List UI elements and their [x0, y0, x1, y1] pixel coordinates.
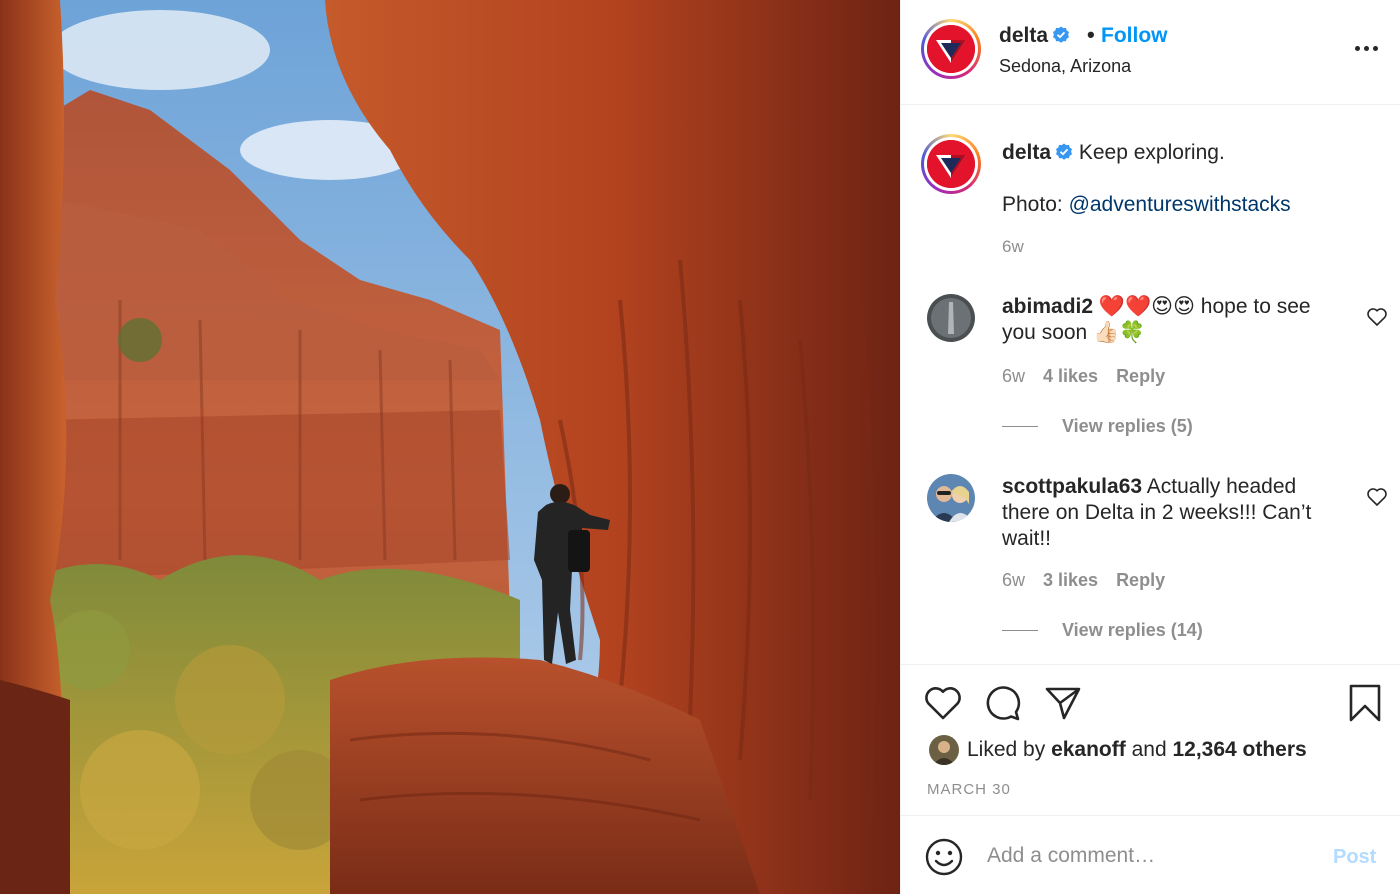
delta-logo-icon: [927, 140, 975, 188]
like-comment-heart-icon[interactable]: [1367, 488, 1387, 506]
separator-dot: •: [1087, 22, 1095, 47]
instagram-post: delta • Follow Sedona, Arizona delta Kee…: [0, 0, 1400, 894]
liked-user[interactable]: ekanoff: [1051, 738, 1126, 761]
avatar-image-icon: [929, 735, 959, 766]
comments-section[interactable]: delta Keep exploring. Photo: @adventures…: [901, 106, 1400, 664]
caption-text: delta Keep exploring. Photo: @adventures…: [1002, 140, 1362, 218]
like-comment-heart-icon[interactable]: [1367, 308, 1387, 326]
caption-username[interactable]: delta: [1002, 141, 1051, 164]
comment-meta: 6w 3 likes Reply: [1002, 570, 1183, 591]
avatar-image-icon: [927, 294, 975, 342]
caption-time[interactable]: 6w: [1002, 237, 1024, 257]
post-comment-button[interactable]: Post: [1333, 846, 1376, 869]
post-photo[interactable]: [0, 0, 900, 894]
delta-logo-icon: [927, 25, 975, 73]
commenter-avatar[interactable]: [927, 294, 975, 342]
view-replies-button[interactable]: View replies (5): [1002, 416, 1193, 437]
comment-icon[interactable]: [983, 683, 1023, 723]
caption-avatar[interactable]: [921, 134, 981, 194]
follow-button[interactable]: Follow: [1101, 24, 1168, 48]
replies-line: [1002, 630, 1038, 631]
location-link[interactable]: Sedona, Arizona: [999, 56, 1131, 77]
view-replies-button[interactable]: View replies (14): [1002, 620, 1203, 641]
verified-badge-icon: [1056, 143, 1073, 160]
post-actions: Liked by ekanoff and 12,364 others MARCH…: [901, 664, 1400, 814]
comment-meta: 6w 4 likes Reply: [1002, 366, 1183, 387]
comment-text: abimadi2 ❤️❤️😍😍 hope to see you soon 👍🏻🍀: [1002, 294, 1347, 346]
comment-likes[interactable]: 3 likes: [1043, 570, 1098, 590]
photo-image: [0, 0, 900, 894]
comment-item: abimadi2 ❤️❤️😍😍 hope to see you soon 👍🏻🍀…: [901, 292, 1400, 442]
reply-button[interactable]: Reply: [1116, 570, 1165, 590]
add-comment-input[interactable]: [987, 836, 1307, 876]
comment-time[interactable]: 6w: [1002, 570, 1025, 590]
more-options-icon[interactable]: [1353, 38, 1383, 58]
comment-text: scottpakula63 Actually headed there on D…: [1002, 474, 1347, 552]
avatar-image-icon: [927, 474, 975, 522]
comment-time[interactable]: 6w: [1002, 366, 1025, 386]
liked-and: and: [1125, 738, 1173, 761]
liked-prefix: Liked by: [967, 738, 1052, 761]
comment-item: scottpakula63 Actually headed there on D…: [901, 472, 1400, 642]
reply-button[interactable]: Reply: [1116, 366, 1165, 386]
post-panel: delta • Follow Sedona, Arizona delta Kee…: [900, 0, 1400, 894]
commenter-username[interactable]: abimadi2: [1002, 295, 1093, 318]
add-comment-bar: Post: [901, 815, 1400, 894]
author-avatar[interactable]: [921, 19, 981, 79]
commenter-avatar[interactable]: [927, 474, 975, 522]
post-header: delta • Follow Sedona, Arizona: [901, 0, 1400, 105]
post-date[interactable]: MARCH 30: [927, 781, 1011, 798]
comment-likes[interactable]: 4 likes: [1043, 366, 1098, 386]
photo-credit-mention[interactable]: @adventureswithstacks: [1069, 193, 1291, 216]
liked-count[interactable]: 12,364 others: [1172, 738, 1306, 761]
heart-icon[interactable]: [923, 683, 963, 723]
caption-body: Keep exploring.: [1078, 141, 1225, 164]
bookmark-icon[interactable]: [1345, 683, 1385, 723]
emoji-icon[interactable]: [925, 838, 963, 876]
liker-avatar[interactable]: [929, 735, 959, 766]
author-username[interactable]: delta: [999, 24, 1070, 48]
share-icon[interactable]: [1043, 683, 1083, 723]
replies-line: [1002, 426, 1038, 427]
likes-summary[interactable]: Liked by ekanoff and 12,364 others: [929, 735, 1307, 766]
verified-badge-icon: [1053, 26, 1070, 43]
caption-photo-prefix: Photo:: [1002, 193, 1069, 216]
commenter-username[interactable]: scottpakula63: [1002, 475, 1142, 498]
